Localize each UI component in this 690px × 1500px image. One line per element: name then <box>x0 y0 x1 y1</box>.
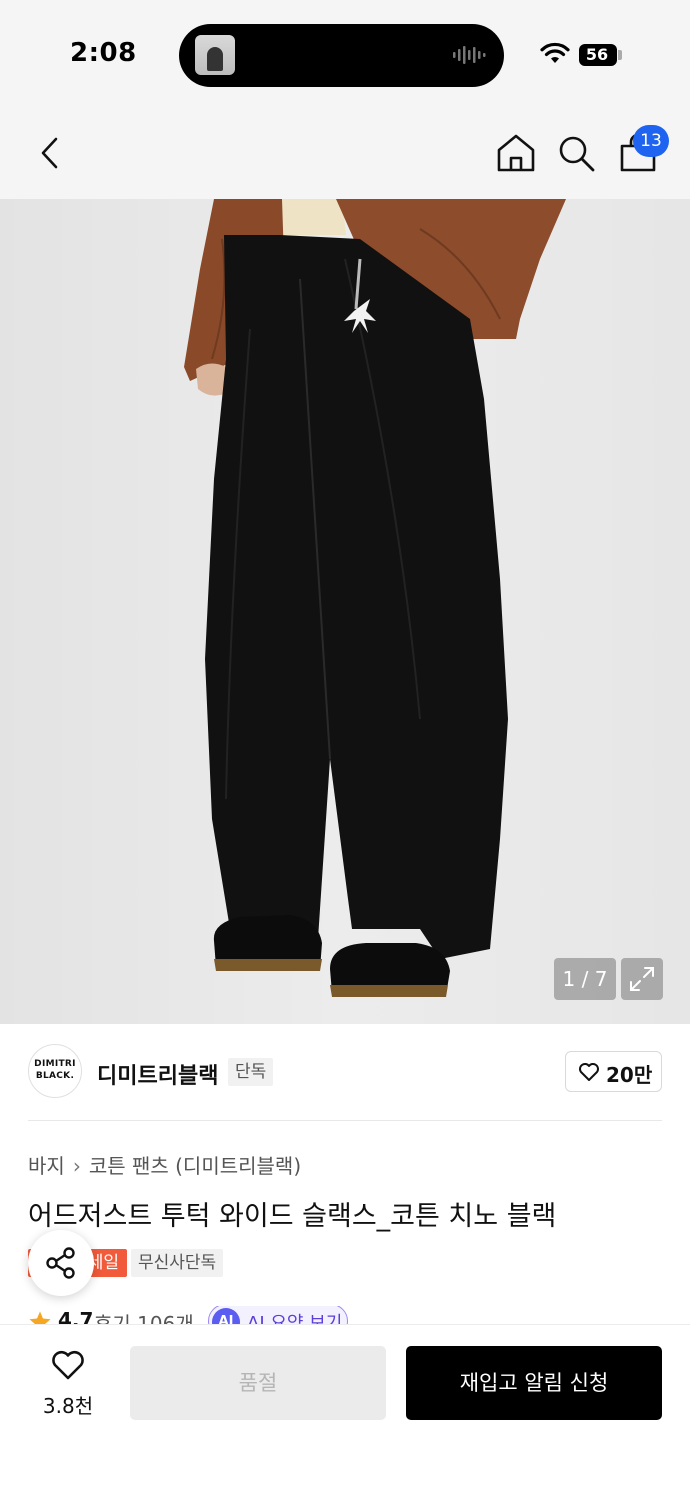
review-count-link[interactable]: 후기 106개 <box>94 1308 194 1324</box>
status-bar: 2:08 56 <box>0 0 690 105</box>
brand-logo-line2: BLACK. <box>35 1071 75 1081</box>
product-title: 어드저스트 투턱 와이드 슬랙스_코튼 치노 블랙 <box>28 1201 557 1232</box>
cart-count-badge: 13 <box>633 125 669 157</box>
brand-logo-line1: DIMITRI <box>34 1059 76 1069</box>
rating-value: 4.7 <box>58 1308 94 1324</box>
share-button[interactable] <box>28 1230 94 1296</box>
ai-summary-label: AI 요약 보기 <box>247 1313 343 1324</box>
share-icon <box>46 1247 75 1279</box>
brand-like-count: 20만 <box>606 1063 653 1087</box>
ai-summary-button[interactable]: AI AI 요약 보기 <box>208 1306 348 1324</box>
nav-bar <box>0 105 690 199</box>
chevron-right-icon: › <box>72 1154 81 1178</box>
breadcrumb-subcategory[interactable]: 코튼 팬츠 (디미트리블랙) <box>89 1154 301 1178</box>
now-playing-thumbnail <box>195 35 235 75</box>
breadcrumb-category[interactable]: 바지 <box>28 1154 65 1178</box>
chevron-left-icon[interactable] <box>30 131 74 175</box>
brand-name[interactable]: 디미트리블랙 <box>97 1058 218 1090</box>
audio-wave-icon <box>453 46 486 64</box>
battery-tip <box>618 50 622 60</box>
rating-row: 4.7 후기 106개 AI AI 요약 보기 <box>28 1306 428 1324</box>
soldout-button: 품절 <box>130 1346 386 1420</box>
wishlist-count: 3.8천 <box>42 1394 94 1418</box>
star-icon <box>29 1311 51 1324</box>
status-time: 2:08 <box>70 38 137 68</box>
battery-indicator: 56 <box>579 44 617 66</box>
home-icon[interactable] <box>494 131 538 175</box>
brand-like-button[interactable]: 20만 <box>565 1051 662 1092</box>
exclusive-tag: 무신사단독 <box>131 1249 224 1277</box>
wishlist-button[interactable]: 3.8천 <box>30 1345 106 1421</box>
product-photo-illustration <box>184 199 566 997</box>
restock-alert-button[interactable]: 재입고 알림 신청 <box>406 1346 662 1420</box>
brand-logo[interactable]: DIMITRI BLACK. <box>28 1044 82 1098</box>
product-image[interactable] <box>0 199 690 1024</box>
heart-icon <box>52 1350 84 1380</box>
ai-badge: AI <box>212 1308 240 1324</box>
image-counter: 1 / 7 <box>554 958 616 1000</box>
expand-image-button[interactable] <box>621 958 663 1000</box>
wifi-icon <box>540 42 570 63</box>
breadcrumb: 바지 › 코튼 팬츠 (디미트리블랙) <box>28 1150 301 1179</box>
expand-icon <box>630 967 654 991</box>
battery-level: 56 <box>585 45 609 64</box>
divider <box>28 1120 662 1121</box>
search-icon[interactable] <box>554 131 598 175</box>
heart-icon <box>579 1063 599 1081</box>
brand-exclusive-tag: 단독 <box>228 1058 274 1086</box>
dynamic-island <box>179 24 504 87</box>
